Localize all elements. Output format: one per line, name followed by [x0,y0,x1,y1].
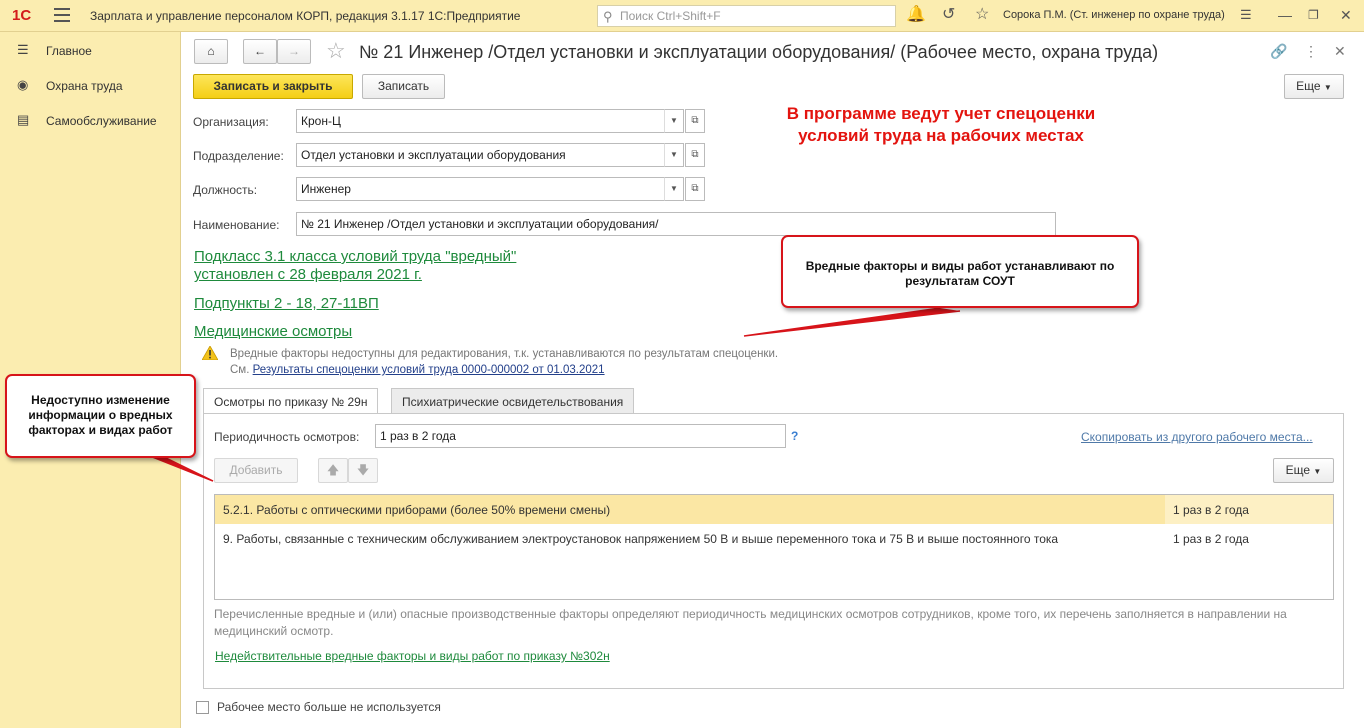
subitems-link[interactable]: Подпункты 2 - 18, 27-11ВП [194,295,379,312]
position-open-icon[interactable]: ⧉ [685,177,705,201]
sidebar-item-label: Охрана труда [46,79,123,93]
position-dropdown-icon[interactable]: ▼ [664,177,684,201]
copy-from-workplace-link[interactable]: Скопировать из другого рабочего места... [1081,430,1313,444]
help-icon[interactable]: ? [791,429,798,443]
assessment-results-link[interactable]: Результаты спецоценки условий труда 0000… [253,364,605,376]
bell-icon[interactable]: 🔔 [906,6,926,24]
factor-name: 9. Работы, связанные с техническим обслу… [223,532,1059,546]
factor-period: 1 раз в 2 года [1173,503,1249,517]
tab-psychiatric[interactable]: Психиатрические освидетельствования [391,388,635,414]
menu-lines-icon: ☰ [17,42,29,57]
factors-note: Перечисленные вредные и (или) опасные пр… [214,607,1287,638]
position-label: Должность: [193,183,258,197]
minimize-icon[interactable]: — [1278,6,1292,24]
link-icon[interactable]: 🔗 [1270,43,1287,60]
see-prefix: См. [230,364,250,376]
app-logo: 1С [12,7,32,24]
sidebar-item-self-service[interactable]: ▤ Самообслуживание [0,105,181,135]
periodicity-field[interactable]: 1 раз в 2 года [375,424,786,448]
close-window-icon[interactable]: ✕ [1340,6,1352,24]
medical-exams-link[interactable]: Медицинские осмотры [194,323,352,340]
add-button[interactable]: Добавить [214,458,298,483]
grid-more-button[interactable]: Еще ▼ [1273,458,1334,483]
name-field[interactable]: № 21 Инженер /Отдел установки и эксплуат… [296,212,1056,236]
global-search-input[interactable]: ⚲ Поиск Ctrl+Shift+F [597,5,896,27]
unused-checkbox[interactable] [196,701,209,714]
more-button[interactable]: Еще ▼ [1284,74,1344,99]
hard-hat-icon: ◉ [17,77,29,92]
chevron-down-icon: ▼ [1313,467,1322,476]
star-icon[interactable]: ☆ [975,6,989,24]
factors-table: 5.2.1. Работы с оптическими приборами (б… [214,494,1334,600]
dept-label: Подразделение: [193,149,284,163]
form-area: ⌂ ← → ☆ № 21 Инженер /Отдел установки и … [182,32,1364,728]
home-icon: ⌂ [207,44,215,58]
home-button[interactable]: ⌂ [194,39,228,64]
maximize-icon[interactable]: ❐ [1308,6,1319,24]
org-open-icon[interactable]: ⧉ [685,109,705,133]
back-button[interactable]: ← [243,39,277,64]
arrow-right-icon: → [288,44,300,58]
callout-no-edit: Недоступно изменение информации о вредны… [5,374,196,458]
warning-text: Вредные факторы недоступны для редактиро… [230,348,779,360]
sidebar-item-labor-safety[interactable]: ◉ Охрана труда [0,70,181,100]
table-row[interactable]: 9. Работы, связанные с техническим обслу… [215,524,1333,553]
annotation-headline: В программе ведут учет спецоценки услови… [766,103,1116,147]
chevron-down-icon: ▼ [1323,83,1332,92]
sidebar-item-label: Главное [46,44,92,58]
arrow-up-icon: 🡅 [326,463,340,477]
annotation-headline-line1: В программе ведут учет спецоценки [786,104,1096,123]
sidebar-item-main[interactable]: ☰ Главное [0,35,181,65]
subclass-link[interactable]: Подкласс 3.1 класса условий труда "вредн… [194,248,516,265]
title-bar: 1С Зарплата и управление персоналом КОРП… [0,0,1364,32]
callout-sout: Вредные факторы и виды работ устанавлива… [781,235,1139,308]
search-icon: ⚲ [603,9,613,24]
search-placeholder: Поиск Ctrl+Shift+F [620,9,721,23]
dept-dropdown-icon[interactable]: ▼ [664,143,684,167]
arrow-down-icon: 🡇 [356,463,370,477]
invalid-factors-link[interactable]: Недействительные вредные факторы и виды … [215,648,635,665]
history-icon[interactable]: ↺ [942,6,955,24]
arrow-left-icon: ← [254,44,266,58]
periodicity-label: Периодичность осмотров: [214,430,360,444]
factor-name: 5.2.1. Работы с оптическими приборами (б… [223,503,611,517]
org-label: Организация: [193,115,269,129]
move-up-button[interactable]: 🡅 [318,458,348,483]
page-title: № 21 Инженер /Отдел установки и эксплуат… [359,42,1159,62]
org-dropdown-icon[interactable]: ▼ [664,109,684,133]
position-field[interactable]: Инженер [296,177,665,201]
forward-button[interactable]: → [277,39,311,64]
close-form-icon[interactable]: ✕ [1334,43,1346,60]
favorite-star-icon[interactable]: ☆ [326,38,346,64]
tab-order-29n[interactable]: Осмотры по приказу № 29н [203,388,379,414]
factor-period: 1 раз в 2 года [1173,532,1249,546]
move-down-button[interactable]: 🡇 [348,458,378,483]
grid-more-label: Еще [1285,463,1311,477]
subclass-date-link[interactable]: установлен с 28 февраля 2021 г. [194,266,422,283]
table-row[interactable]: 5.2.1. Работы с оптическими приборами (б… [215,495,1333,524]
annotation-headline-line2: условий труда на рабочих местах [798,126,1084,145]
save-button[interactable]: Записать [362,74,445,99]
sidebar-item-label: Самообслуживание [46,114,157,128]
org-field[interactable]: Крон-Ц [296,109,665,133]
app-title: Зарплата и управление персоналом КОРП, р… [90,9,521,23]
name-label: Наименование: [193,218,280,232]
settings-menu-icon[interactable]: ☰ [1240,6,1252,24]
save-and-close-button[interactable]: Записать и закрыть [193,74,353,99]
more-vertical-icon[interactable]: ⋮ [1304,43,1318,60]
more-label: Еще [1296,79,1321,93]
see-results-line: См. Результаты спецоценки условий труда … [230,364,605,376]
id-card-icon: ▤ [17,112,30,127]
dept-open-icon[interactable]: ⧉ [685,143,705,167]
current-user[interactable]: Сорока П.М. (Ст. инженер по охране труда… [1003,9,1225,21]
unused-checkbox-label: Рабочее место больше не используется [217,700,441,714]
warning-icon [202,346,218,360]
main-menu-icon[interactable] [54,8,70,22]
dept-field[interactable]: Отдел установки и эксплуатации оборудова… [296,143,665,167]
